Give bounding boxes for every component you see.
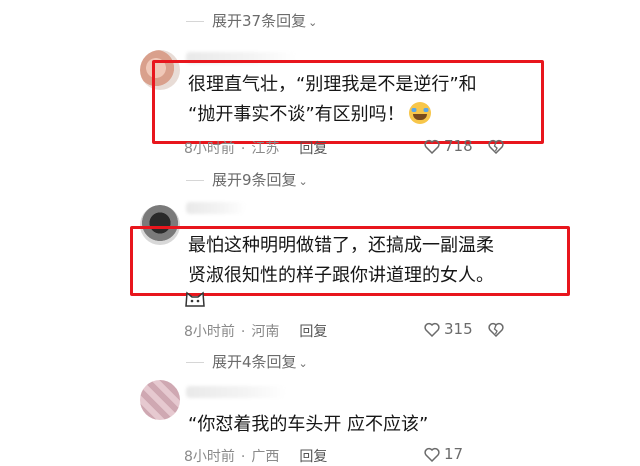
divider-line xyxy=(186,180,204,181)
like-button[interactable]: 718 xyxy=(424,137,473,155)
comment-meta: 8小时前 · 广西 回复 xyxy=(184,449,328,465)
expand-replies-button[interactable]: 展开9条回复 ⌄ xyxy=(186,169,308,190)
heart-outline-icon xyxy=(424,139,440,155)
username-blurred[interactable] xyxy=(186,386,286,398)
crying-laughing-emoji-icon xyxy=(408,102,431,124)
comment-meta: 8小时前 · 河南 回复 xyxy=(184,324,328,340)
username-blurred[interactable] xyxy=(186,202,246,214)
broken-heart-icon xyxy=(488,139,504,155)
comment-meta: 8小时前 · 江苏 回复 xyxy=(184,141,328,157)
chevron-down-icon: ⌄ xyxy=(298,357,308,370)
dislike-button[interactable] xyxy=(488,320,508,338)
comment-text: 最怕这种明明做错了，还搞成一副温柔 贤淑很知性的样子跟你讲道理的女人。 xyxy=(188,235,494,286)
reply-button[interactable]: 回复 xyxy=(299,449,327,465)
broken-heart-icon xyxy=(488,322,504,338)
divider-line xyxy=(186,362,204,363)
dislike-button[interactable] xyxy=(488,137,508,155)
heart-outline-icon xyxy=(424,447,440,463)
chevron-down-icon: ⌄ xyxy=(298,175,308,188)
divider-line xyxy=(186,21,204,22)
comment-text: “你怼着我的车头开 应不应该” xyxy=(188,414,429,435)
reply-button[interactable]: 回复 xyxy=(299,324,327,340)
expand-replies-button[interactable]: 展开4条回复 ⌄ xyxy=(186,351,308,372)
comment-text: 很理直气壮，“别理我是不是逆行”和 “抛开事实不谈”有区别吗！ xyxy=(188,74,477,125)
like-button[interactable]: 315 xyxy=(424,320,473,338)
avatar[interactable] xyxy=(140,380,180,420)
expand-replies-button[interactable]: 展开37条回复 ⌄ xyxy=(186,10,317,31)
chevron-down-icon: ⌄ xyxy=(308,16,318,29)
reply-button[interactable]: 回复 xyxy=(299,141,327,157)
like-button[interactable]: 17 xyxy=(424,445,463,463)
cat-sticker-icon xyxy=(185,291,205,307)
heart-outline-icon xyxy=(424,322,440,338)
